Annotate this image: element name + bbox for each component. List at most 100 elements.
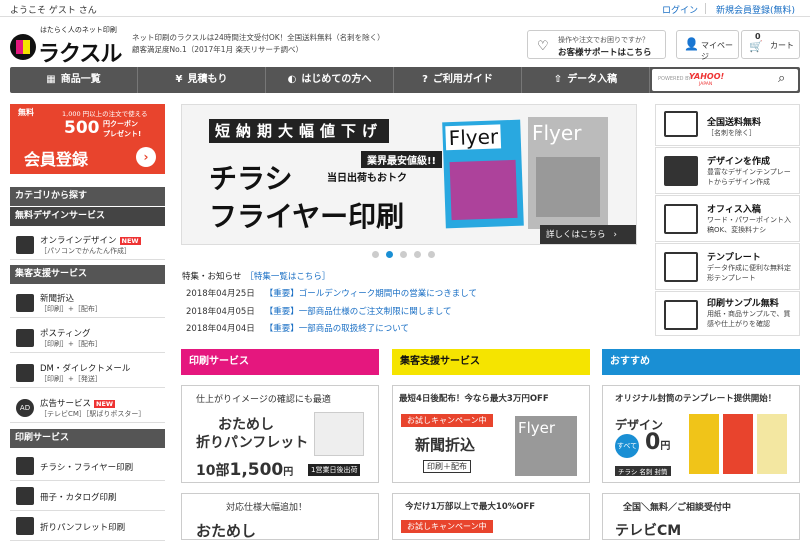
booklet-icon [16,487,34,505]
logo-mark-icon [10,34,36,60]
banner-sub-1: 業界最安値級!! [361,151,443,168]
news-heading: 特集・お知らせ ［特集一覧はこちら］ [182,272,331,282]
sidebar-heading-sales: 集客支援サービス [10,265,165,284]
card-trial-pamphlet[interactable]: 仕上がりイメージの確認にも最適 おためし 折りパンフレット 10部1,500円 … [181,385,379,483]
question-icon: ? [422,74,428,85]
new-badge: NEW [119,237,141,245]
site-logo[interactable]: はたらく人のネット印刷 ラクスル [10,22,122,67]
sidebar-item-flyer[interactable]: チラシ・フライヤー印刷 [10,451,165,481]
card-design[interactable]: デザインを作成 豊富なデザインテンプレートからデザイン作成 [655,147,800,194]
envelope-image [723,414,753,474]
carousel-dots [372,251,442,261]
support-button[interactable]: ♡ 操作や注文でお困りですか？ お客様サポートはこちら [527,30,666,59]
nav-products[interactable]: ▦ 商品一覧 [10,67,138,93]
sidebar-item-dm[interactable]: DM・ダイレクトメール ［印刷］+［発送］ [10,358,165,388]
flyer-sample-blue: Flyer [442,119,524,229]
flyer-icon [16,457,34,475]
template-icon [664,252,698,282]
promo-present: プレゼント! [103,130,142,138]
news-all-link[interactable]: ［特集一覧はこちら］ [245,272,330,282]
news-item[interactable]: 2018年04月05日 【重要】一部商品仕様のご注文制限に関しまして [186,305,452,317]
cart-button[interactable]: 🛒 0 カート [741,30,800,59]
sidebar-item-posting[interactable]: ポスティング ［印刷］+［配布］ [10,323,165,353]
register-link[interactable]: 新規会員登録(無料) [716,3,795,16]
beginner-icon: ◐ [287,74,297,85]
carousel-dot[interactable] [400,251,407,258]
col-heading-sales: 集客支援サービス [392,349,590,375]
yahoo-brand: YAHOO! [689,72,725,81]
mail-icon [16,364,34,382]
welcome-text: ようこそ ゲスト さん [10,6,97,16]
support-line-1: 操作や注文でお困りですか？ [558,36,649,44]
card-newspaper-insert[interactable]: 最短4日後配布！今なら最大3万円OFF お試しキャンペーン中 新聞折込 印刷＋配… [392,385,590,483]
chevron-right-icon: › [613,230,617,240]
divider [705,3,706,14]
yahoo-brand-sub: JAPAN [699,82,713,87]
upload-icon: ⇧ [553,74,563,85]
envelope-image [689,414,719,474]
card-free-shipping[interactable]: 全国送料無料 ［名刺を除く］ [655,104,800,146]
nav-estimate[interactable]: ¥ 見積もり [138,67,266,93]
search-icon[interactable]: ⌕ [778,71,785,86]
nav-guide[interactable]: ? ご利用ガイド [394,67,522,93]
newspaper-icon [16,294,34,312]
chevron-right-icon: › [136,147,156,167]
news-item[interactable]: 2018年04月04日 【重要】一部商品の取扱終了について [186,322,409,334]
office-icon [664,204,698,234]
banner-more-button[interactable]: 詳しくはこちら › [540,225,636,244]
ad-icon: AD [16,399,34,417]
user-icon: 👤 [684,37,699,51]
sidebar-heading-category: カテゴリから探す [10,187,165,206]
sidebar-heading-print: 印刷サービス [10,429,165,448]
register-promo[interactable]: 無料 1,000 円以上の注文で使える 500 円クーポン プレゼント! 会員登… [10,104,165,174]
sidebar-item-booklet[interactable]: 冊子・カタログ印刷 [10,481,165,511]
promo-amount: 500 [64,118,100,138]
header-desc-2: 顧客満足度No.1（2017年1月 楽天リサーチ調べ） [132,45,303,54]
header-desc-1: ネット印刷のラクスルは24時間注文受付OK！全国送料無料（名刺を除く） [132,33,385,42]
nav-upload[interactable]: ⇧ データ入稿 [522,67,650,93]
hero-banner[interactable]: 短納期大幅値下げ 業界最安値級!! 当日出荷もおトク チラシ フライヤー印刷 F… [181,104,637,245]
card-envelope-template[interactable]: オリジナル封筒のテンプレート提供開始！ デザイン すべて 0円 チラシ 名刺 封… [602,385,800,483]
card-sample[interactable]: 印刷サンプル無料 用紙・商品サンプルで、質感や仕上がりを確認 [655,291,800,336]
sample-icon [664,300,698,330]
promo-line1: 1,000 円以上の注文で使える [62,110,148,118]
card-template[interactable]: テンプレート データ作成に便利な無料定形テンプレート [655,243,800,290]
carousel-dot[interactable] [372,251,379,258]
carousel-dot-active[interactable] [386,251,393,258]
sidebar-item-newspaper[interactable]: 新聞折込 ［印刷］+［配布］ [10,288,165,318]
banner-heading-1: チラシ [209,162,293,195]
card-trial-2[interactable]: 対応仕様大幅追加！ おためし [181,493,379,540]
header-description: ネット印刷のラクスルは24時間注文受付OK！全国送料無料（名刺を除く） 顧客満足… [132,32,392,56]
sidebar-heading-design: 無料デザインサービス [10,207,165,226]
login-link[interactable]: ログイン [662,3,698,16]
cart-label: カート [770,41,794,50]
search-box[interactable]: POWERED BY YAHOO! JAPAN ⌕ [652,69,798,91]
cart-icon: 🛒 [749,40,763,53]
sidebar-item-ad[interactable]: AD 広告サービス NEW ［テレビCM］［駅ばりポスター］ [10,393,165,423]
banner-title: 短納期大幅値下げ [209,119,390,143]
sidebar-item-pamphlet[interactable]: 折りパンフレット印刷 [10,511,165,541]
mailbox-icon [16,329,34,347]
news-item[interactable]: 2018年04月25日 【重要】ゴールデンウィーク期間中の営業につきまして [186,287,477,299]
banner-heading-2: フライヤー印刷 [209,200,405,233]
support-line-2: お客様サポートはこちら [558,48,652,58]
new-badge: NEW [94,400,116,408]
logo-text: ラクスル [38,42,122,67]
yen-icon: ¥ [175,74,183,85]
col-heading-print: 印刷サービス [181,349,379,375]
card-tvcm[interactable]: 全国＼無料／ご相談受付中 テレビCM [602,493,800,540]
promo-coupon: 円クーポン [103,120,138,128]
card-posting[interactable]: 今だけ1万部以上で最大10%OFF お試しキャンペーン中 [392,493,590,540]
monitor-icon [16,236,34,254]
cart-count: 0 [755,32,761,41]
truck-icon [664,111,698,137]
card-office[interactable]: オフィス入稿 ワード・パワーポイント入稿OK、変換料ナシ [655,195,800,242]
sidebar-item-online-design[interactable]: オンラインデザイン NEW ［パソコンでかんたん作成］ [10,230,165,260]
promo-register: 会員登録 [24,150,89,169]
mypage-button[interactable]: 👤 マイページ [676,30,739,61]
carousel-dot[interactable] [414,251,421,258]
nav-beginner[interactable]: ◐ はじめての方へ [266,67,394,93]
heart-icon: ♡ [537,39,549,54]
carousel-dot[interactable] [428,251,435,258]
pamphlet-image [314,412,364,456]
